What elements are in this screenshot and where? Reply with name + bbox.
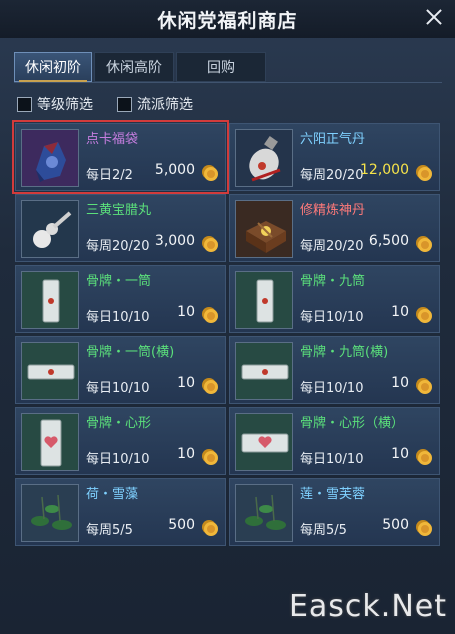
purchase-limit: 每日10/10: [86, 310, 150, 325]
tab-label: 休闲初阶: [25, 60, 81, 76]
gold-coin-icon: [413, 162, 433, 182]
domino-heart-horizontal-icon: [235, 413, 293, 471]
gourd-icon: [21, 200, 79, 258]
item-price: 500: [168, 517, 195, 533]
item-name: 骨牌・九筒(横): [300, 345, 389, 360]
gold-coin-icon: [199, 304, 219, 324]
watermark: Easck.Net: [288, 589, 447, 624]
shop-item-card[interactable]: 荷・雪藻每周5/5 500: [15, 478, 226, 546]
shop-item-card[interactable]: 骨牌・九筒每日10/10 10: [229, 265, 440, 333]
domino-tile-icon: [21, 271, 79, 329]
item-price: 10: [177, 304, 195, 320]
item-name: 六阳正气丹: [300, 132, 366, 147]
tab-buyback[interactable]: 回购: [176, 52, 266, 82]
item-name: 荷・雪藻: [86, 487, 139, 502]
checkbox-box[interactable]: [17, 97, 32, 112]
selected-item-highlight: [12, 120, 229, 194]
purchase-limit: 每周20/20: [300, 239, 364, 254]
domino-tile-icon: [235, 271, 293, 329]
purchase-limit: 每日10/10: [86, 381, 150, 396]
filter-label: 等级筛选: [37, 97, 93, 113]
item-name: 骨牌・心形: [86, 416, 152, 431]
gold-coin-icon: [199, 375, 219, 395]
item-price: 12,000: [360, 162, 409, 178]
item-name: 莲・雪芙蓉: [300, 487, 366, 502]
item-price: 6,500: [368, 233, 409, 249]
gold-coin-icon: [199, 233, 219, 253]
domino-heart-icon: [21, 413, 79, 471]
shop-item-card[interactable]: 莲・雪芙蓉每周5/5 500: [229, 478, 440, 546]
filter-label: 流派筛选: [137, 97, 193, 113]
checkbox-box[interactable]: [117, 97, 132, 112]
shop-item-card[interactable]: 骨牌・九筒(横) 每日10/10 10: [229, 336, 440, 404]
purchase-limit: 每日10/10: [86, 452, 150, 467]
shop-item-card[interactable]: 修精炼神丹每周20/20 6,500: [229, 194, 440, 262]
gold-coin-icon: [199, 517, 219, 537]
purchase-limit: 每周5/5: [86, 523, 133, 538]
item-name: 骨牌・九筒: [300, 274, 366, 289]
purchase-limit: 每日10/10: [300, 310, 364, 325]
purchase-limit: 每周20/20: [300, 168, 364, 183]
shop-window: 休闲党福利商店 休闲初阶 休闲高阶 回购 等级筛选 流派筛选 点卡福袋 每日2/2…: [0, 0, 455, 634]
shop-item-card[interactable]: 骨牌・心形每日10/10 10: [15, 407, 226, 475]
item-name: 骨牌・一筒(横): [86, 345, 175, 360]
window-title: 休闲党福利商店: [157, 10, 298, 32]
lotus-icon: [235, 484, 293, 542]
title-bar: 休闲党福利商店: [0, 0, 455, 38]
item-price: 10: [391, 375, 409, 391]
item-price: 10: [391, 446, 409, 462]
purchase-limit: 每周20/20: [86, 239, 150, 254]
item-price: 10: [177, 446, 195, 462]
item-price: 3,000: [154, 233, 195, 249]
shop-item-card[interactable]: 骨牌・心形（横） 每日10/10 10: [229, 407, 440, 475]
tab-divider: [14, 82, 442, 83]
gold-coin-icon: [413, 446, 433, 466]
tab-label: 休闲高阶: [106, 60, 162, 76]
shop-item-card[interactable]: 骨牌・一筒(横) 每日10/10 10: [15, 336, 226, 404]
domino-tile-horizontal-icon: [21, 342, 79, 400]
item-price: 10: [391, 304, 409, 320]
item-price: 500: [382, 517, 409, 533]
gold-coin-icon: [413, 304, 433, 324]
close-icon[interactable]: [423, 6, 445, 28]
shop-item-card[interactable]: 骨牌・一筒每日10/10 10: [15, 265, 226, 333]
lotus-icon: [21, 484, 79, 542]
shop-item-card[interactable]: 三黄宝腊丸每周20/20 3,000: [15, 194, 226, 262]
tab-casual-basic[interactable]: 休闲初阶: [14, 52, 92, 82]
item-price: 10: [177, 375, 195, 391]
shop-item-card[interactable]: 六阳正气丹每周20/20 12,000: [229, 123, 440, 191]
purchase-limit: 每日10/10: [300, 381, 364, 396]
item-name: 修精炼神丹: [300, 203, 366, 218]
purchase-limit: 每日10/10: [300, 452, 364, 467]
purchase-limit: 每周5/5: [300, 523, 347, 538]
treasure-box-icon: [235, 200, 293, 258]
domino-tile-horizontal-icon: [235, 342, 293, 400]
gold-coin-icon: [413, 375, 433, 395]
item-name: 骨牌・一筒: [86, 274, 152, 289]
pill-bottle-icon: [235, 129, 293, 187]
tab-casual-advanced[interactable]: 休闲高阶: [94, 52, 174, 82]
gold-coin-icon: [413, 517, 433, 537]
gold-coin-icon: [413, 233, 433, 253]
tab-label: 回购: [207, 60, 235, 76]
item-name: 三黄宝腊丸: [86, 203, 152, 218]
gold-coin-icon: [199, 446, 219, 466]
item-name: 骨牌・心形（横）: [300, 416, 405, 431]
